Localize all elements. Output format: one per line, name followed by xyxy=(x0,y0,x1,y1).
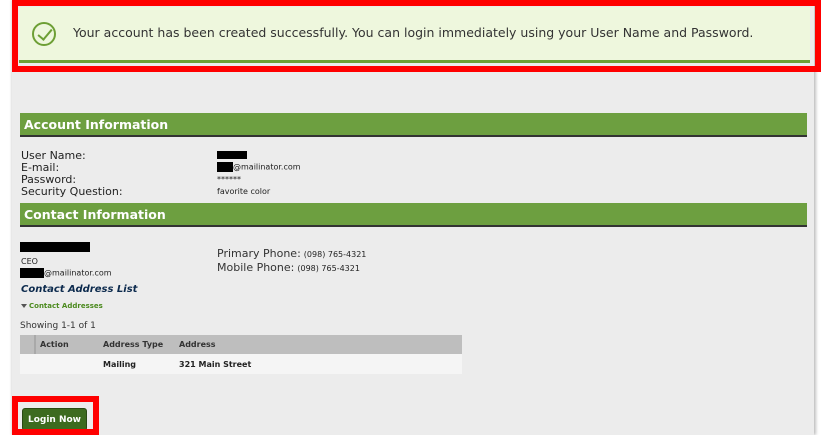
contact-title: CEO xyxy=(21,257,38,266)
account-information-header: Account Information xyxy=(20,113,807,137)
success-underline xyxy=(19,60,810,63)
redacted-email xyxy=(217,162,233,172)
column-header-address[interactable]: Address xyxy=(175,335,462,354)
address-table: Action Address Type Address Mailing 321 … xyxy=(20,335,462,374)
contact-email: @mailinator.com xyxy=(20,268,112,278)
column-header-action: Action xyxy=(35,335,99,354)
security-question-label: Security Question: xyxy=(21,185,123,198)
contact-email-domain: @mailinator.com xyxy=(44,268,112,278)
row-action-cell xyxy=(35,354,99,374)
contact-addresses-toggle-label: Contact Addresses xyxy=(29,302,103,310)
redacted-contact-name xyxy=(20,242,90,252)
row-address-type-cell: Mailing xyxy=(99,354,175,374)
row-address-cell: 321 Main Street xyxy=(175,354,462,374)
table-row: Mailing 321 Main Street xyxy=(20,354,462,374)
contact-address-list-title: Contact Address List xyxy=(21,284,138,295)
mobile-phone-label: Mobile Phone: xyxy=(217,261,295,274)
redacted-contact-email xyxy=(20,268,44,278)
email-domain: @mailinator.com xyxy=(233,162,301,172)
security-question-value: favorite color xyxy=(217,187,271,196)
username-value xyxy=(217,150,247,160)
table-header-row: Action Address Type Address xyxy=(20,335,462,354)
row-select-cell xyxy=(20,354,35,374)
triangle-down-icon xyxy=(21,304,27,308)
password-value: ****** xyxy=(217,175,241,184)
contact-information-header: Contact Information xyxy=(20,203,807,227)
redacted-username xyxy=(217,150,247,159)
check-circle-icon xyxy=(32,22,56,46)
success-message-box: Your account has been created successful… xyxy=(19,7,810,63)
login-now-button[interactable]: Login Now xyxy=(22,408,87,431)
select-column-header xyxy=(20,335,36,354)
mobile-phone: Mobile Phone: (098) 765-4321 xyxy=(217,256,360,275)
column-header-address-type[interactable]: Address Type xyxy=(99,335,175,354)
mobile-phone-value: (098) 765-4321 xyxy=(297,264,360,273)
pagination-info: Showing 1-1 of 1 xyxy=(20,321,96,331)
contact-addresses-toggle[interactable]: Contact Addresses xyxy=(21,302,103,310)
success-message: Your account has been created successful… xyxy=(73,25,754,40)
email-value: @mailinator.com xyxy=(217,162,301,173)
